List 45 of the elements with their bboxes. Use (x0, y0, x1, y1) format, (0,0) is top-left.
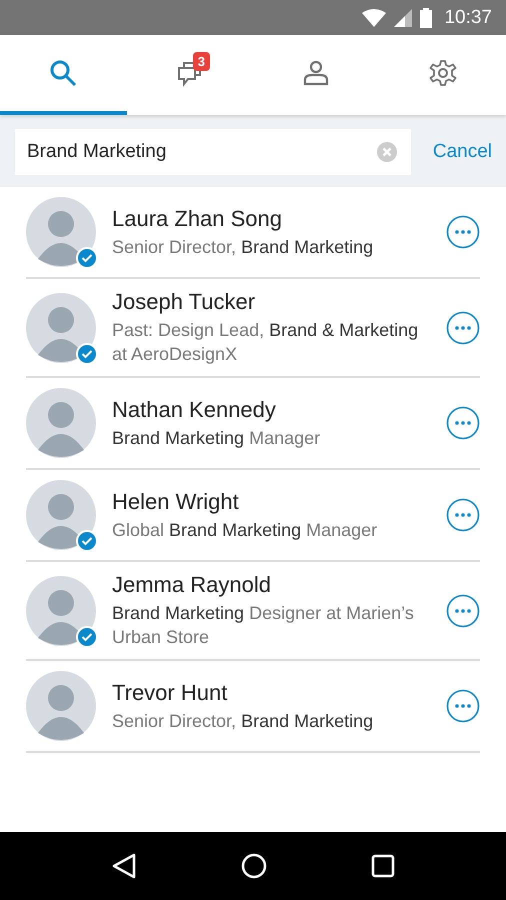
status-time: 10:37 (444, 6, 492, 28)
person-headline: Senior Director, Brand Marketing (112, 236, 374, 258)
settings-tab[interactable] (380, 35, 506, 115)
recents-icon[interactable] (370, 854, 395, 878)
more-icon[interactable] (446, 215, 480, 249)
settings-icon (428, 59, 457, 87)
avatar-silhouette (26, 671, 96, 741)
messages-tab[interactable]: 3 (126, 35, 253, 115)
more-icon[interactable] (446, 406, 480, 440)
home-icon[interactable] (240, 852, 268, 880)
person-headline: Senior Director, Brand Marketing (112, 710, 374, 732)
avatar-silhouette (26, 197, 96, 267)
search-icon (49, 59, 78, 87)
back-icon[interactable] (111, 852, 138, 880)
avatar-silhouette (26, 576, 96, 646)
person-headline: Brand Marketing Designer at Marien’s Urban Store (112, 602, 415, 649)
more-icon[interactable] (446, 498, 480, 532)
search-field[interactable]: Brand Marketing (15, 129, 411, 175)
person-name: Trevor Hunt (112, 680, 228, 706)
avatar-silhouette (26, 292, 96, 362)
avatar-silhouette (26, 388, 96, 458)
unread-count-badge: 3 (192, 52, 210, 71)
person-name: Helen Wright (112, 488, 240, 514)
more-icon[interactable] (446, 310, 480, 344)
person-headline: Global Brand Marketing Manager (112, 518, 378, 542)
person-headline: Brand Marketing Manager (112, 426, 322, 450)
person-headline: Past: Design Lead, Brand & Marketing at AeroDesignX (112, 319, 420, 366)
person-name: Joseph Tucker (112, 289, 256, 315)
result-row[interactable]: Nathan Kennedy Brand Marketing Manager (26, 378, 480, 470)
result-row[interactable]: Laura Zhan Song Senior Director, Brand Marketing (26, 187, 480, 279)
person-icon (302, 59, 330, 87)
battery-icon (420, 8, 432, 28)
search-tab[interactable] (0, 35, 126, 115)
person-name: Laura Zhan Song (112, 206, 284, 232)
wifi-icon (362, 8, 386, 26)
result-row[interactable]: Helen Wright Global Brand Marketing Manager (26, 470, 480, 562)
signal-icon (394, 8, 412, 26)
more-icon[interactable] (446, 689, 480, 723)
person-name: Nathan Kennedy (112, 396, 277, 422)
person-name: Jemma Raynold (112, 572, 272, 598)
result-row[interactable]: Trevor Hunt Senior Director, Brand Marketing (26, 661, 480, 753)
avatar-silhouette (26, 480, 96, 550)
result-row[interactable]: Joseph Tucker Past: Design Lead, Brand & Marketing at AeroDesignX (26, 279, 480, 378)
more-icon[interactable] (446, 594, 480, 628)
result-row[interactable]: Jemma Raynold Brand Marketing Designer at Marien’s Urban Store (26, 562, 480, 661)
